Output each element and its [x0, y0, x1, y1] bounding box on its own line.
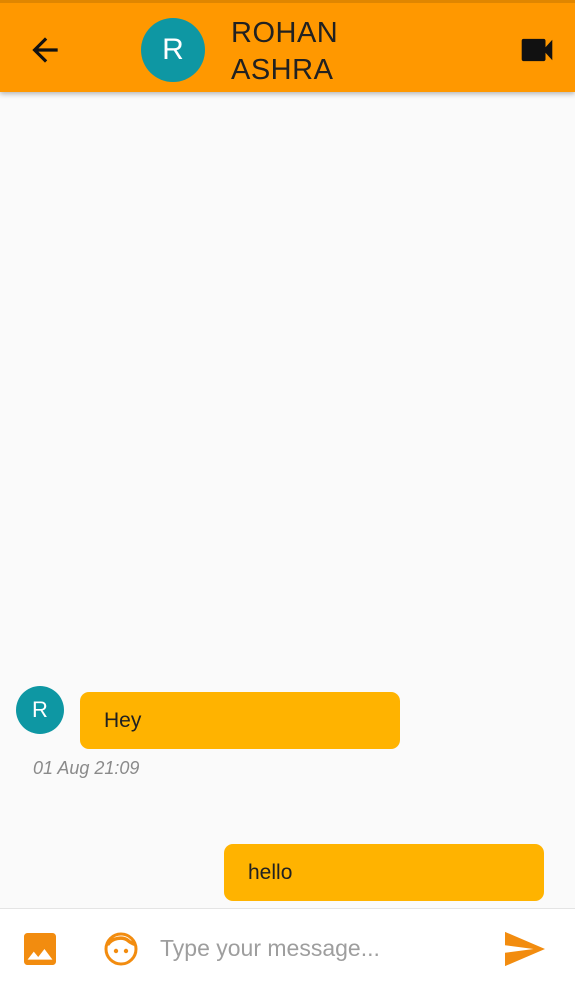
image-icon — [24, 933, 56, 965]
message-text: hello — [248, 861, 293, 884]
emoji-button[interactable] — [103, 931, 139, 967]
sender-avatar[interactable]: R — [16, 686, 64, 734]
contact-name: ROHAN ASHRA — [231, 15, 411, 89]
incoming-message-bubble[interactable]: Hey — [80, 692, 400, 749]
chat-app-bar: R ROHAN ASHRA — [0, 0, 575, 92]
contact-name-line1: ROHAN — [231, 17, 339, 49]
outgoing-message-bubble[interactable]: hello — [224, 844, 544, 901]
message-input[interactable] — [160, 929, 480, 967]
video-call-button[interactable] — [520, 37, 554, 63]
contact-name-line2: ASHRA — [231, 54, 334, 86]
contact-avatar[interactable]: R — [141, 18, 205, 82]
arrow-back-icon — [32, 37, 58, 63]
message-list[interactable]: R Hey 01 Aug 21:09 hello — [0, 92, 575, 908]
message-composer — [0, 908, 575, 988]
back-button[interactable] — [26, 31, 64, 69]
videocam-icon — [521, 38, 553, 62]
send-button[interactable] — [505, 931, 545, 967]
send-icon — [505, 931, 545, 967]
emoji-face-icon — [104, 932, 138, 966]
message-timestamp: 01 Aug 21:09 — [33, 758, 140, 778]
message-text: Hey — [104, 709, 142, 732]
attach-image-button[interactable] — [24, 933, 56, 965]
